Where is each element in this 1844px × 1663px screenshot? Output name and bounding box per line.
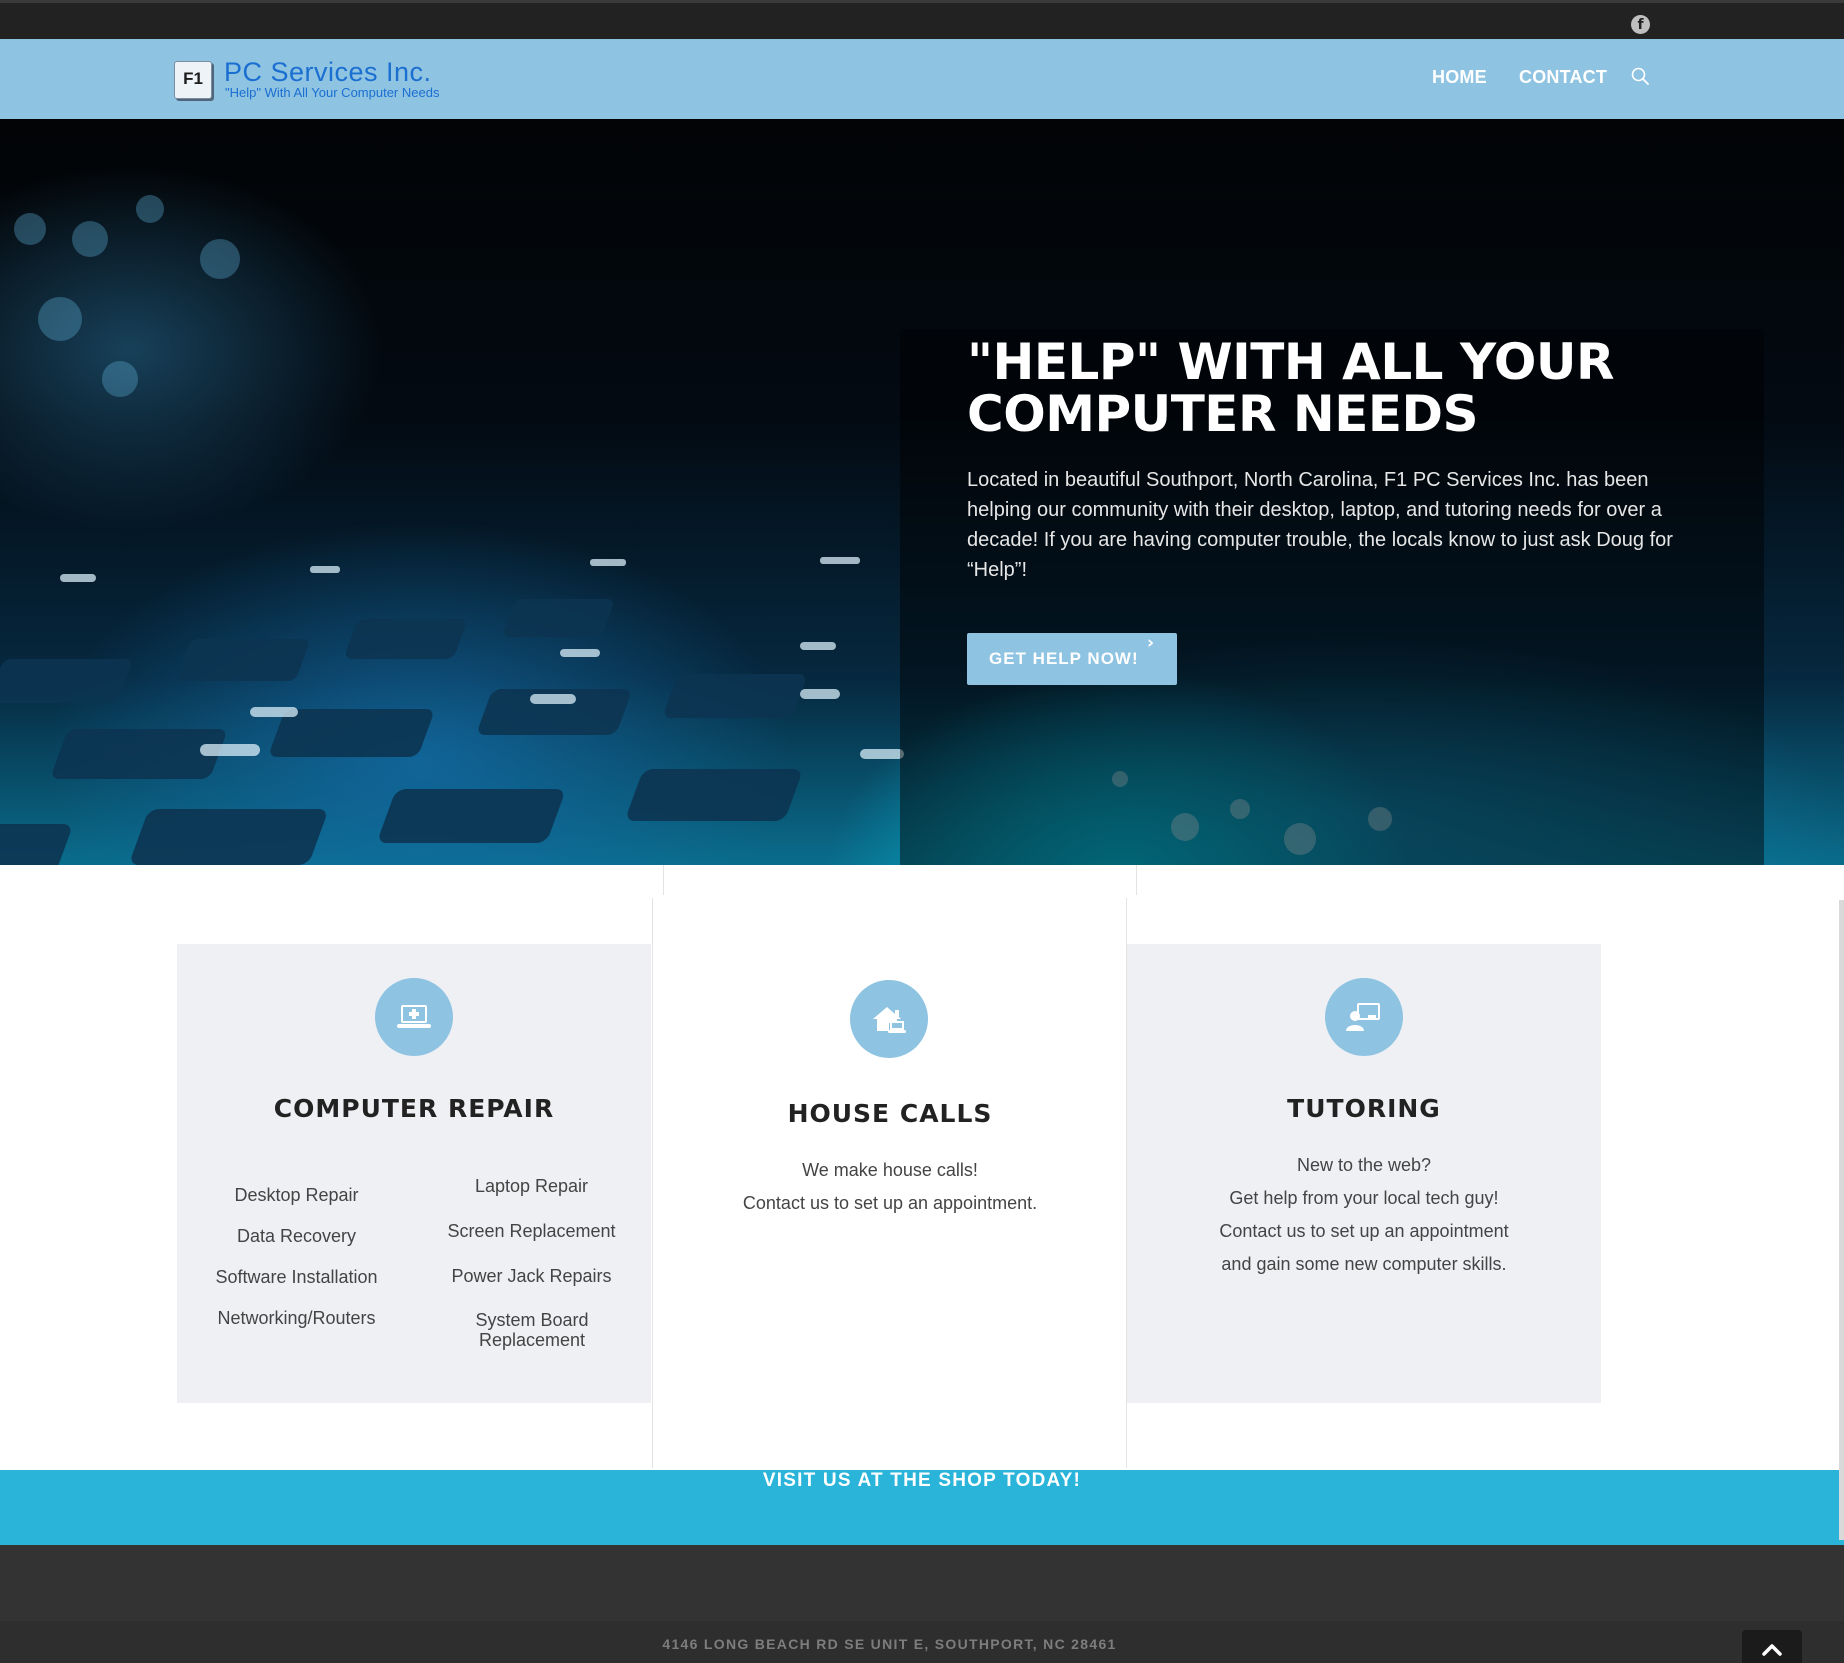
logo-tagline: "Help" With All Your Computer Needs <box>225 85 440 100</box>
nav-contact[interactable]: CONTACT <box>1519 67 1607 88</box>
visit-shop-banner[interactable]: VISIT US AT THE SHOP TODAY! <box>0 1470 1844 1545</box>
footer-address: 4146 LONG BEACH RD SE UNIT E, SOUTHPORT,… <box>662 1636 1117 1652</box>
back-to-top-button[interactable] <box>1742 1630 1802 1663</box>
logo-key: F1 <box>174 61 212 99</box>
house-laptop-icon <box>850 980 928 1058</box>
service-item: Data Recovery <box>236 1226 357 1246</box>
get-help-button-label: GET HELP NOW! <box>989 649 1139 668</box>
get-help-button[interactable]: GET HELP NOW! › <box>967 633 1177 685</box>
service-item: Software Installation <box>215 1267 378 1287</box>
scrollbar[interactable] <box>1839 900 1844 1540</box>
service-item: Screen Replacement <box>447 1221 616 1241</box>
card-text-line: We make house calls! <box>802 1160 978 1180</box>
site-logo[interactable]: F1 PC Services Inc. "Help" With All Your… <box>174 57 514 103</box>
card-text-line: New to the web? <box>1296 1155 1432 1175</box>
card-title: COMPUTER REPAIR <box>273 1094 555 1123</box>
chalkboard-user-icon <box>1325 978 1403 1056</box>
facebook-icon[interactable]: f <box>1631 15 1650 34</box>
divider <box>1136 865 1137 895</box>
nav-home[interactable]: HOME <box>1432 67 1487 88</box>
chevron-up-icon <box>1762 1644 1782 1656</box>
card-title: TUTORING <box>1287 1094 1441 1123</box>
page: f F1 PC Services Inc. "Help" With All Yo… <box>0 0 1844 1663</box>
hero-title: "HELP" WITH ALL YOUR COMPUTER NEEDS <box>967 333 1614 443</box>
chevron-right-icon: › <box>1146 633 1155 653</box>
card-title: HOUSE CALLS <box>787 1099 993 1128</box>
service-item: Networking/Routers <box>217 1308 376 1328</box>
service-item: Laptop Repair <box>474 1176 589 1196</box>
card-text-line: Contact us to set up an appointment <box>1219 1221 1509 1241</box>
site-header: F1 PC Services Inc. "Help" With All Your… <box>0 39 1844 119</box>
divider <box>663 865 664 895</box>
top-bar: f <box>0 0 1844 39</box>
logo-name: PC Services Inc. <box>224 57 432 87</box>
service-card-computer-repair: COMPUTER REPAIR Desktop Repair Data Reco… <box>177 944 651 1403</box>
service-item: System Board Replacement <box>475 1310 589 1350</box>
laptop-medical-icon <box>375 978 453 1056</box>
service-card-tutoring: TUTORING New to the web? Get help from y… <box>1127 944 1601 1403</box>
service-card-house-calls: HOUSE CALLS We make house calls! Contact… <box>653 944 1127 1403</box>
hero-description: Located in beautiful Southport, North Ca… <box>967 469 1673 581</box>
card-text-line: Get help from your local tech guy! <box>1229 1188 1499 1208</box>
service-item: Desktop Repair <box>234 1185 359 1205</box>
service-item: Power Jack Repairs <box>451 1266 612 1286</box>
card-text-line: Contact us to set up an appointment. <box>742 1193 1038 1213</box>
card-text-line: and gain some new computer skills. <box>1221 1254 1507 1274</box>
search-icon[interactable] <box>1631 67 1649 85</box>
